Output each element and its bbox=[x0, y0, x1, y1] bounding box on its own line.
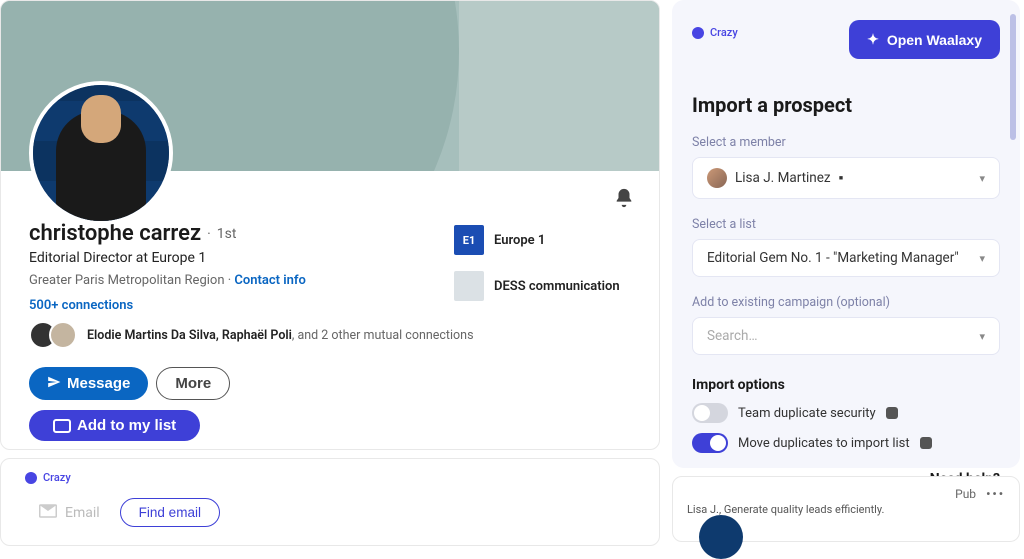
profile-card: E1 Europe 1 DESS communication christoph… bbox=[0, 0, 660, 450]
add-to-list-button[interactable]: Add to my list bbox=[29, 410, 200, 441]
contact-info-link[interactable]: Contact info bbox=[234, 273, 305, 288]
member-select-value: Lisa J. Martinez bbox=[735, 170, 831, 186]
member-select[interactable]: Lisa J. Martinez ▪ ▾ bbox=[692, 157, 1000, 199]
mutual-avatars[interactable] bbox=[29, 321, 77, 349]
send-icon bbox=[47, 375, 61, 393]
badge-icon: ▪ bbox=[839, 170, 844, 186]
school-label: DESS communication bbox=[494, 279, 620, 294]
info-icon[interactable] bbox=[886, 407, 898, 419]
waalaxy-panel: Crazy ✦ Open Waalaxy Import a prospect S… bbox=[672, 0, 1020, 468]
info-icon[interactable] bbox=[920, 437, 932, 449]
move-duplicates-toggle[interactable] bbox=[692, 433, 728, 453]
crazy-brand-label: Crazy bbox=[43, 471, 71, 484]
move-duplicates-label: Move duplicates to import list bbox=[738, 436, 910, 451]
company-label: Europe 1 bbox=[494, 233, 545, 248]
email-card: Crazy Email Find email bbox=[0, 458, 660, 546]
select-member-label: Select a member bbox=[692, 135, 1000, 150]
europe1-logo-icon: E1 bbox=[454, 225, 484, 255]
more-button[interactable]: More bbox=[156, 367, 230, 400]
member-avatar-icon bbox=[707, 168, 727, 188]
crazy-brand-icon bbox=[692, 27, 704, 39]
import-options-title: Import options bbox=[692, 377, 1000, 393]
list-select[interactable]: Editorial Gem No. 1 - "Marketing Manager… bbox=[692, 239, 1000, 277]
connection-degree: 1st bbox=[217, 226, 237, 242]
promo-tag: Pub bbox=[955, 487, 976, 501]
location: Greater Paris Metropolitan Region bbox=[29, 273, 225, 288]
more-icon[interactable]: ••• bbox=[986, 487, 1005, 501]
add-to-list-label: Add to my list bbox=[77, 417, 176, 434]
list-icon bbox=[53, 419, 71, 433]
scrollbar-thumb[interactable] bbox=[1010, 14, 1016, 140]
email-field-label: Email bbox=[39, 504, 100, 522]
dess-logo-icon bbox=[454, 271, 484, 301]
mutual-connections[interactable]: Elodie Martins Da Silva, Raphaël Poli, a… bbox=[87, 328, 474, 343]
campaign-select-placeholder: Search… bbox=[707, 328, 758, 344]
company-link-dess[interactable]: DESS communication bbox=[454, 271, 644, 301]
team-duplicate-label: Team duplicate security bbox=[738, 406, 876, 421]
chevron-down-icon: ▾ bbox=[979, 172, 985, 185]
envelope-icon bbox=[39, 504, 57, 522]
open-waalaxy-button[interactable]: ✦ Open Waalaxy bbox=[849, 20, 1000, 59]
profile-name: christophe carrez bbox=[29, 221, 201, 246]
promo-avatar bbox=[699, 515, 743, 559]
bell-icon[interactable] bbox=[613, 187, 635, 213]
message-label: Message bbox=[67, 375, 130, 392]
list-select-value: Editorial Gem No. 1 - "Marketing Manager… bbox=[707, 250, 959, 266]
chevron-down-icon: ▾ bbox=[979, 252, 985, 265]
campaign-label: Add to existing campaign (optional) bbox=[692, 295, 1000, 310]
promo-text: Lisa J., Generate quality leads efficien… bbox=[687, 503, 1005, 516]
chevron-down-icon: ▾ bbox=[979, 330, 985, 343]
panel-title: Import a prospect bbox=[692, 93, 1000, 117]
company-link-europe1[interactable]: E1 Europe 1 bbox=[454, 225, 644, 255]
crazy-brand-icon bbox=[25, 472, 37, 484]
message-button[interactable]: Message bbox=[29, 367, 148, 400]
campaign-select[interactable]: Search… ▾ bbox=[692, 317, 1000, 355]
sparkle-icon: ✦ bbox=[867, 31, 879, 48]
open-waalaxy-label: Open Waalaxy bbox=[887, 32, 982, 48]
select-list-label: Select a list bbox=[692, 217, 1000, 232]
crazy-brand-label: Crazy bbox=[710, 26, 738, 39]
avatar[interactable] bbox=[29, 81, 173, 225]
team-duplicate-toggle[interactable] bbox=[692, 403, 728, 423]
find-email-button[interactable]: Find email bbox=[120, 498, 220, 527]
promoted-card[interactable]: Pub ••• Lisa J., Generate quality leads … bbox=[672, 476, 1020, 542]
